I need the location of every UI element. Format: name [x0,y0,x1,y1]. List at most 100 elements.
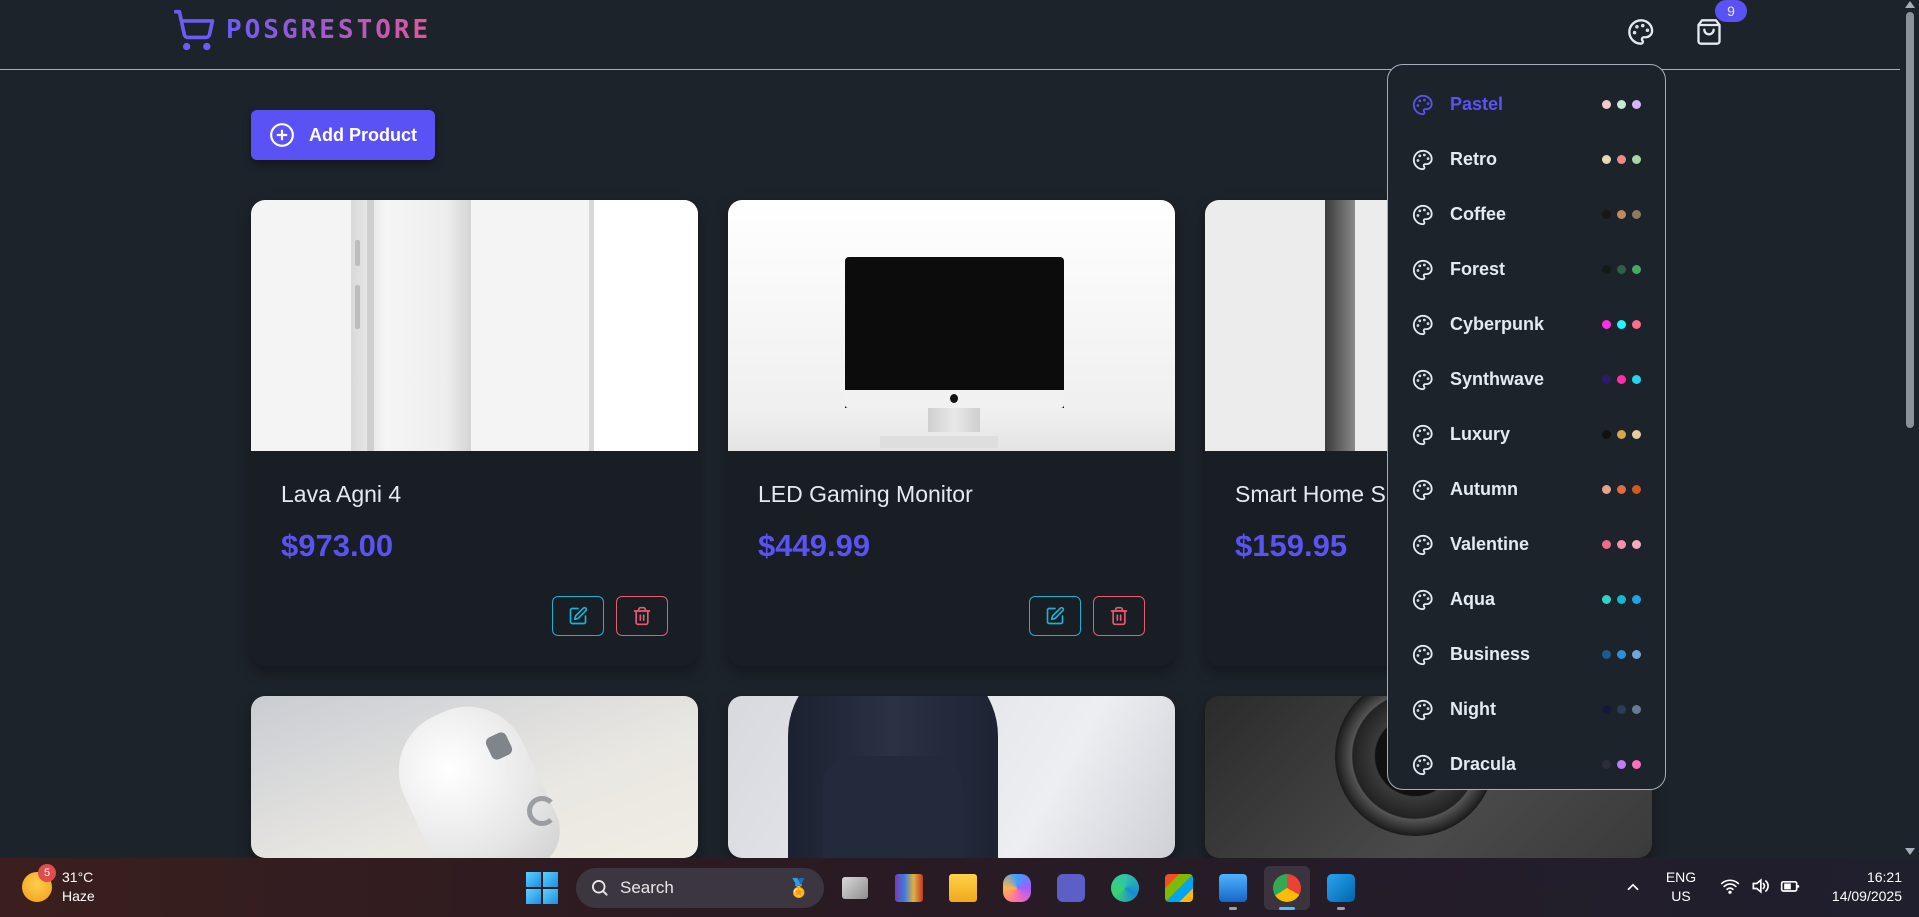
chevron-up-icon[interactable] [1624,878,1642,896]
theme-swatches [1602,705,1641,714]
color-swatch [1602,485,1611,494]
theme-swatches [1602,485,1641,494]
add-product-button[interactable]: Add Product [251,110,435,160]
theme-swatches [1602,320,1641,329]
theme-option-night[interactable]: Night [1402,682,1651,737]
file-explorer-icon[interactable] [940,866,986,910]
clock-time: 16:21 [1866,869,1902,885]
palette-icon [1412,479,1433,500]
wifi-icon[interactable] [1720,876,1740,896]
teams-icon[interactable] [1048,866,1094,910]
shopping-cart-icon [173,9,215,51]
color-swatch [1602,650,1611,659]
theme-option-business[interactable]: Business [1402,627,1651,682]
theme-option-pastel[interactable]: Pastel [1402,77,1651,132]
theme-option-retro[interactable]: Retro [1402,132,1651,187]
palette-icon [1412,699,1433,720]
product-card: Lava Agni 4 $973.00 [251,200,698,666]
palette-icon [1412,424,1433,445]
photos-icon[interactable] [1210,866,1256,910]
theme-swatches [1602,375,1641,384]
color-swatch [1617,155,1626,164]
product-price: $973.00 [281,528,394,563]
lang-region: US [1671,888,1691,904]
theme-option-label: Cyberpunk [1450,314,1545,334]
volume-icon[interactable] [1750,876,1770,896]
edit-icon [569,606,588,625]
copilot-icon[interactable] [994,866,1040,910]
theme-option-label: Business [1450,644,1531,664]
language-indicator[interactable]: ENG US [1664,868,1698,906]
color-swatch [1632,265,1641,274]
winrar-icon[interactable] [886,866,932,910]
product-card [251,696,698,858]
theme-option-synthwave[interactable]: Synthwave [1402,352,1651,407]
theme-option-aqua[interactable]: Aqua [1402,572,1651,627]
palette-icon [1412,589,1433,610]
edit-product-button[interactable] [552,596,604,636]
product-image[interactable] [251,696,698,858]
color-swatch [1602,100,1611,109]
product-image[interactable] [251,200,698,451]
theme-swatches [1602,760,1641,769]
logo[interactable]: POSGRESTORE [172,8,431,52]
theme-option-forest[interactable]: Forest [1402,242,1651,297]
product-card [728,696,1175,858]
vscode-icon[interactable] [1318,866,1364,910]
delete-product-button[interactable] [1093,596,1145,636]
navbar: POSGRESTORE 9 [0,0,1900,70]
delete-product-button[interactable] [616,596,668,636]
windows-start-icon[interactable] [526,872,558,904]
theme-option-coffee[interactable]: Coffee [1402,187,1651,242]
product-image[interactable] [728,200,1175,451]
lang-code: ENG [1665,869,1697,885]
theme-toggle-button[interactable] [1621,12,1661,52]
vertical-scrollbar[interactable] [1900,0,1919,858]
theme-option-label: Aqua [1450,589,1495,609]
color-swatch [1617,650,1626,659]
theme-option-autumn[interactable]: Autumn [1402,462,1651,517]
taskbar-search[interactable]: Search 🏅 [576,868,824,908]
task-view-icon[interactable] [832,866,878,910]
color-swatch [1632,100,1641,109]
edge-icon[interactable] [1102,866,1148,910]
palette-icon [1412,754,1433,775]
theme-option-label: Valentine [1450,534,1530,554]
theme-swatches [1602,100,1641,109]
microsoft-store-icon[interactable] [1156,866,1202,910]
color-swatch [1602,760,1611,769]
color-swatch [1632,540,1641,549]
cart-button[interactable]: 9 [1689,0,1747,52]
weather-desc: Haze [62,888,95,904]
theme-option-label: Coffee [1450,204,1507,224]
clock[interactable]: 16:21 14/09/2025 [1812,868,1902,906]
chrome-icon[interactable] [1264,866,1310,910]
color-swatch [1617,430,1626,439]
scrollbar-thumb[interactable] [1906,12,1914,428]
scroll-up-arrow[interactable] [1905,1,1915,8]
theme-option-cyberpunk[interactable]: Cyberpunk [1402,297,1651,352]
theme-option-valentine[interactable]: Valentine [1402,517,1651,572]
search-highlight-icon: 🏅 [787,877,810,898]
weather-badge: 5 [38,864,56,882]
color-swatch [1617,320,1626,329]
theme-option-dracula[interactable]: Dracula [1402,737,1651,792]
color-swatch [1602,155,1611,164]
color-swatch [1602,210,1611,219]
cart-count-badge: 9 [1715,0,1747,22]
theme-option-label: Luxury [1450,424,1511,444]
product-image[interactable] [728,696,1175,858]
theme-swatches [1602,650,1641,659]
theme-swatches [1602,155,1641,164]
scroll-down-arrow[interactable] [1905,848,1915,855]
color-swatch [1602,320,1611,329]
color-swatch [1617,760,1626,769]
theme-option-luxury[interactable]: Luxury [1402,407,1651,462]
edit-product-button[interactable] [1029,596,1081,636]
battery-icon[interactable] [1780,876,1800,896]
search-icon [592,880,608,896]
color-swatch [1617,705,1626,714]
weather-temp: 31°C [62,869,94,885]
theme-swatches [1602,540,1641,549]
weather-widget[interactable]: 5 31°C Haze [22,864,95,906]
